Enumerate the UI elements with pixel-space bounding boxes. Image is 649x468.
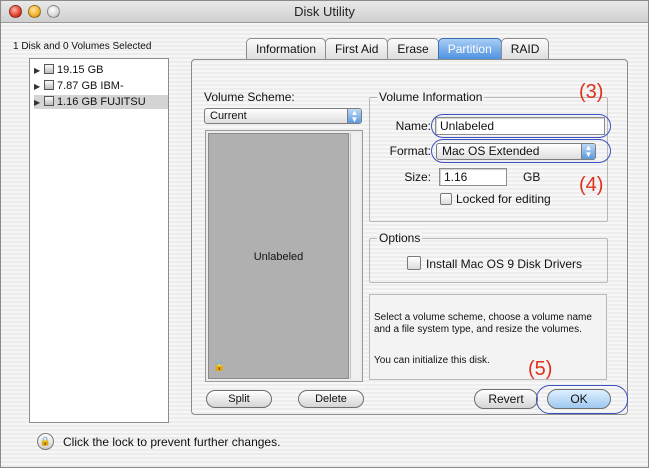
disk-icon (44, 64, 54, 74)
disk-label: 1.16 GB FUJITSU (57, 96, 146, 108)
annotation-4: (4) (579, 174, 604, 196)
small-lock-icon: 🔒 (213, 361, 226, 372)
format-highlight-ring (431, 139, 611, 163)
disk-item[interactable]: ▶ 7.87 GB IBM- (34, 79, 168, 93)
popup-arrows-icon: ▲ ▼ (347, 109, 361, 124)
volume-scheme-label: Volume Scheme: (204, 90, 295, 104)
disclosure-triangle-icon[interactable]: ▶ (34, 80, 44, 94)
options-title: Options (377, 231, 423, 245)
disk-item[interactable]: ▶ 1.16 GB FUJITSU (34, 95, 168, 109)
disk-item[interactable]: ▶ 19.15 GB (34, 63, 168, 77)
name-highlight-ring (431, 114, 611, 138)
lock-status-text: Click the lock to prevent further change… (63, 435, 281, 449)
disk-label: 7.87 GB IBM- (57, 80, 124, 92)
revert-button[interactable]: Revert (474, 389, 538, 409)
selection-info: 1 Disk and 0 Volumes Selected (13, 41, 152, 52)
partition-name: Unlabeled (253, 251, 304, 263)
title-bar[interactable]: Disk Utility (1, 1, 648, 23)
window-title: Disk Utility (294, 4, 355, 19)
size-label: Size: (404, 170, 431, 184)
help-text: Select a volume scheme, choose a volume … (374, 312, 592, 335)
delete-button[interactable]: Delete (298, 390, 364, 408)
volume-partition-block[interactable]: Unlabeled 🔒 (208, 133, 349, 379)
volume-scheme-popup[interactable]: Current ▲ ▼ (204, 108, 362, 124)
tab-first-aid[interactable]: First Aid (325, 38, 389, 60)
disk-label: 19.15 GB (57, 64, 104, 76)
ok-highlight-ring (536, 385, 628, 414)
volume-scheme-value: Current (210, 110, 247, 122)
disk-list[interactable]: ▶ 19.15 GB ▶ 7.87 GB IBM- ▶ 1.16 GB FUJITSU (29, 58, 169, 423)
disk-utility-window: Disk Utility 1 Disk and 0 Volumes Select… (0, 0, 649, 468)
partition-resize-track[interactable] (350, 133, 360, 379)
split-button[interactable]: Split (206, 390, 272, 408)
volume-scheme-map: Unlabeled 🔒 (205, 130, 363, 382)
install-drivers-checkbox[interactable] (407, 256, 421, 270)
disclosure-triangle-icon[interactable]: ▶ (34, 64, 44, 78)
locked-label: Locked for editing (456, 192, 551, 206)
tab-erase[interactable]: Erase (387, 38, 439, 60)
disk-icon (44, 96, 54, 106)
locked-checkbox[interactable] (440, 193, 452, 205)
volume-information-title: Volume Information (377, 90, 485, 104)
size-field[interactable]: 1.16 (439, 168, 507, 186)
lock-icon[interactable]: 🔒 (37, 433, 54, 450)
initialize-text: You can initialize this disk. (374, 355, 490, 366)
disk-icon (44, 80, 54, 90)
disclosure-triangle-icon[interactable]: ▶ (34, 96, 44, 110)
tab-information[interactable]: Information (246, 38, 327, 60)
name-label: Name: (395, 119, 431, 133)
size-unit: GB (523, 170, 541, 184)
annotation-3: (3) (579, 81, 604, 103)
help-box: Select a volume scheme, choose a volume … (369, 294, 607, 380)
tab-raid[interactable]: RAID (500, 38, 550, 60)
install-drivers-label: Install Mac OS 9 Disk Drivers (426, 257, 583, 271)
tab-bar: Information First Aid Erase Partition RA… (246, 38, 550, 60)
tab-partition[interactable]: Partition (437, 38, 502, 60)
annotation-5: (5) (528, 358, 553, 380)
format-label: Format: (389, 144, 431, 158)
